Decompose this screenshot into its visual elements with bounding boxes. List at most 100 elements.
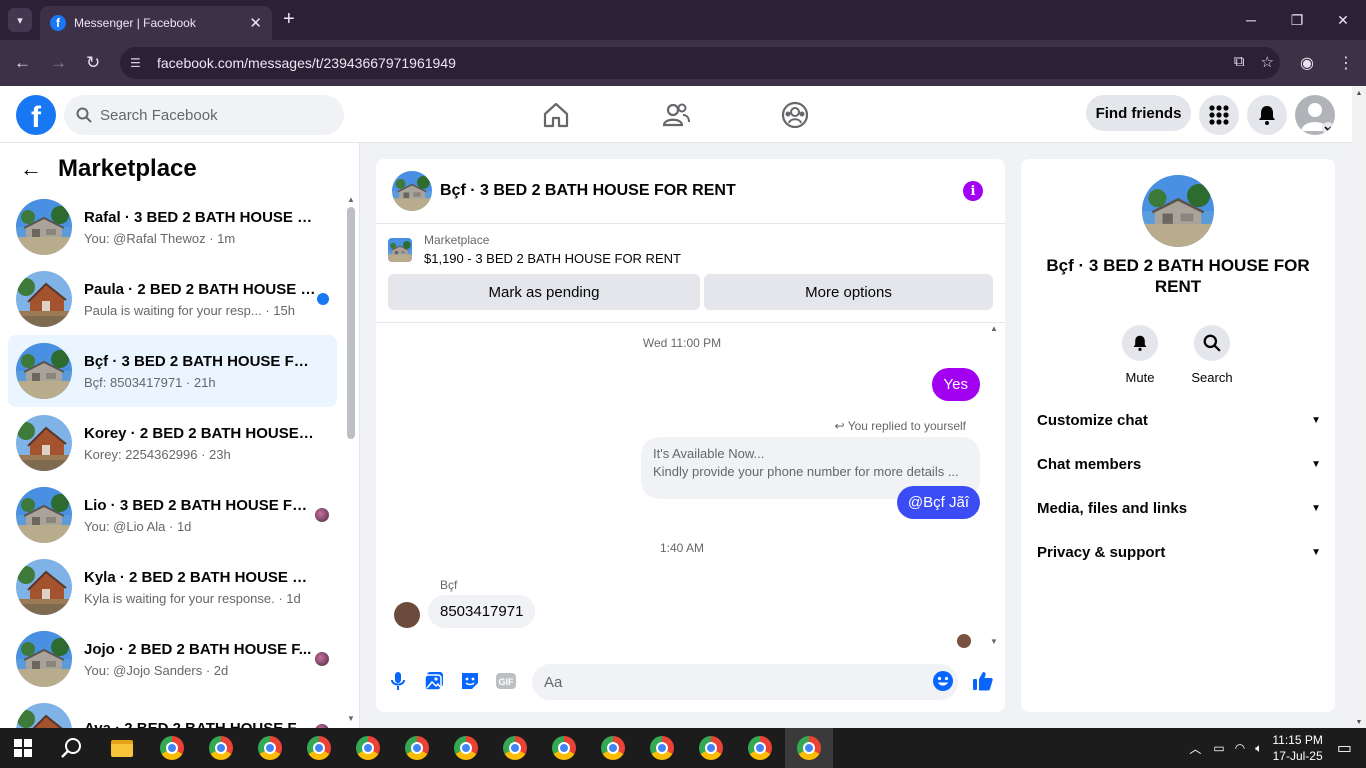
chat-thumbnail[interactable] [392,171,432,211]
search-chat-button[interactable]: Search [1182,325,1242,385]
address-bar[interactable]: ☰ facebook.com/messages/t/23943667971961… [120,47,1280,79]
home-icon[interactable] [541,100,571,130]
chrome-taskbar-icon[interactable] [344,728,392,768]
chrome-taskbar-icon[interactable] [246,728,294,768]
info-icon[interactable]: i [963,181,983,201]
chrome-taskbar-icon[interactable] [393,728,441,768]
scroll-down-icon[interactable]: ▼ [990,637,998,646]
groups-icon[interactable] [780,100,810,130]
chevron-down-icon: ▼ [1311,458,1321,470]
bell-icon [1133,335,1147,351]
mute-button[interactable]: Mute [1110,325,1170,385]
browser-menu-icon[interactable]: ⋮ [1338,53,1354,73]
conversation-item[interactable]: Paula · 2 BED 2 BATH HOUSE F... Paula is … [8,263,337,335]
sender-avatar[interactable] [394,602,420,628]
chat-info-panel: Bçf · 3 BED 2 BATH HOUSE FOR RENT Mute S… [1021,159,1335,712]
system-tray: ︿ ▭ ◠ 🔈︎ 11:15 PM 17-Jul-25 ▭ [1189,728,1358,768]
file-explorer-icon[interactable] [98,728,146,768]
account-avatar[interactable] [1295,95,1335,135]
info-row-media-files-and-links[interactable]: Media, files and links ▼ [1037,492,1321,524]
chrome-taskbar-icon[interactable] [589,728,637,768]
conversation-item[interactable]: Kyla · 2 BED 2 BATH HOUSE FOR... Kyla is … [8,551,337,623]
facebook-search[interactable] [64,95,344,135]
conversation-item[interactable]: Ava · 2 BED 2 BATH HOUSE F... [8,695,337,728]
info-row-customize-chat[interactable]: Customize chat ▼ [1037,404,1321,436]
scroll-up-icon[interactable]: ▲ [347,195,355,204]
volume-icon[interactable]: 🔈︎ [1255,741,1262,756]
incoming-message[interactable]: 8503417971 [428,595,536,628]
like-thumb-icon[interactable] [972,670,994,692]
sticker-icon[interactable] [459,670,481,692]
forward-arrow-icon[interactable]: → [50,53,67,73]
install-app-icon[interactable]: ⧉ [1234,53,1245,71]
chrome-taskbar-icon[interactable] [148,728,196,768]
facebook-logo-icon[interactable]: f [16,95,56,135]
conversation-item[interactable]: Jojo · 2 BED 2 BATH HOUSE F... You: @Jojo… [8,623,337,695]
listing-card[interactable]: Marketplace $1,190 - 3 BED 2 BATH HOUSE … [388,233,681,266]
page-scrollbar[interactable]: ▲ ▼ [1352,86,1366,728]
mention-message[interactable]: @Bçf Jãî [896,486,980,519]
conversation-preview: Paula is waiting for your resp... · 15h [84,302,295,318]
more-options-button[interactable]: More options [704,274,993,310]
restore-icon[interactable]: ❐ [1274,0,1320,40]
photo-icon[interactable] [423,670,445,692]
windows-start-icon[interactable] [14,739,32,757]
menu-grid-button[interactable] [1199,95,1239,135]
notification-center-icon[interactable]: ▭ [1337,738,1352,758]
browser-tab-messenger[interactable]: f Messenger | Facebook ✕ [40,6,272,40]
gif-icon[interactable]: GIF [495,670,517,692]
reload-icon[interactable]: ↻ [86,53,100,73]
back-arrow-icon[interactable]: ← [14,53,31,73]
info-row-chat-members[interactable]: Chat members ▼ [1037,448,1321,480]
chrome-taskbar-icon[interactable] [785,728,833,768]
tab-close-icon[interactable]: ✕ [249,14,262,32]
outgoing-message[interactable]: Yes [931,368,980,401]
friends-icon[interactable] [661,100,691,130]
window-close-icon[interactable]: ✕ [1320,0,1366,40]
chrome-taskbar-icon[interactable] [687,728,735,768]
minimize-icon[interactable]: ─ [1228,0,1274,40]
chat-title[interactable]: Bçf · 3 BED 2 BATH HOUSE FOR RENT [440,182,736,200]
show-hidden-icons-icon[interactable]: ︿ [1189,740,1201,757]
wifi-icon[interactable]: ◠ [1235,741,1245,755]
clock[interactable]: 11:15 PM 17-Jul-25 [1272,732,1322,764]
conversation-item[interactable]: Korey · 2 BED 2 BATH HOUSE FO... Korey: 2… [8,407,337,479]
profile-icon[interactable]: ◉ [1300,53,1314,73]
back-arrow-icon[interactable]: ← [20,156,42,182]
new-tab-plus-icon[interactable]: + [283,9,295,29]
timestamp: Wed 11:00 PM [642,336,722,350]
conversation-item[interactable]: Rafal · 3 BED 2 BATH HOUSE FO... You: @Ra… [8,191,337,263]
emoji-icon[interactable] [932,670,954,692]
tab-search-chevron-icon[interactable]: ▾ [8,8,32,32]
conversation-thumbnail [16,703,72,728]
conversation-item[interactable]: Bçf · 3 BED 2 BATH HOUSE FOR ... Bçf: 850… [8,335,337,407]
scroll-down-icon[interactable]: ▼ [1352,719,1366,726]
site-settings-icon[interactable]: ☰ [130,56,146,70]
chrome-taskbar-icon[interactable] [540,728,588,768]
info-row-privacy-support[interactable]: Privacy & support ▼ [1037,536,1321,568]
chrome-taskbar-icon[interactable] [638,728,686,768]
message-input[interactable] [532,664,958,700]
info-thumbnail[interactable] [1142,175,1214,247]
chrome-taskbar-icon[interactable] [442,728,490,768]
chrome-taskbar-icon[interactable] [197,728,245,768]
notifications-button[interactable] [1247,95,1287,135]
search-input[interactable] [100,106,320,124]
scroll-up-icon[interactable]: ▲ [1352,90,1366,97]
taskbar-search-icon[interactable] [61,737,83,759]
sidebar-scrollbar[interactable] [347,207,355,439]
reply-arrow-icon: ↩ [834,419,848,433]
scroll-up-icon[interactable]: ▲ [990,324,998,333]
find-friends-button[interactable]: Find friends [1086,95,1191,131]
mark-as-pending-button[interactable]: Mark as pending [388,274,700,310]
microphone-icon[interactable] [387,670,409,692]
chrome-taskbar-icon[interactable] [491,728,539,768]
chrome-taskbar-icon[interactable] [736,728,784,768]
conversation-item[interactable]: Lio · 3 BED 2 BATH HOUSE FO... You: @Lio … [8,479,337,551]
battery-icon[interactable]: ▭ [1213,741,1224,755]
grid-menu-icon [1209,105,1229,125]
bookmark-star-icon[interactable]: ☆ [1261,53,1274,71]
scroll-down-icon[interactable]: ▼ [347,714,355,723]
svg-text:GIF: GIF [499,677,515,687]
chrome-taskbar-icon[interactable] [295,728,343,768]
